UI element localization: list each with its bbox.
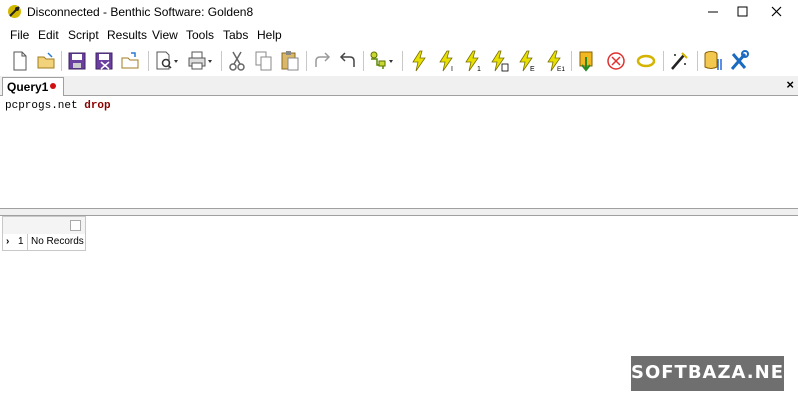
svg-text:E1: E1 (557, 66, 565, 73)
grid-header (2, 216, 86, 235)
query-tab-strip: Query1 × (0, 76, 798, 96)
menu-tabs[interactable]: Tabs (223, 28, 248, 42)
connection-settings-button[interactable] (702, 49, 724, 73)
close-icon (771, 6, 782, 17)
paste-icon (281, 51, 299, 71)
find-button[interactable] (154, 49, 180, 73)
select-all-checkbox[interactable] (70, 220, 81, 231)
commit-icon (579, 51, 593, 72)
redo-icon (315, 52, 331, 67)
minimize-icon (708, 11, 718, 13)
rollback-icon (636, 54, 656, 68)
print-icon (188, 51, 212, 70)
execute-icon (412, 50, 426, 72)
execute-one-button[interactable]: 1 (462, 49, 484, 73)
explain-plan-icon (370, 51, 393, 69)
row-pointer-icon: › (6, 236, 10, 247)
save-as-icon (95, 52, 113, 70)
execute-current-icon: I (439, 50, 453, 73)
execute-explain-icon: E (519, 50, 535, 73)
execute-current-button[interactable]: I (436, 49, 458, 73)
cut-button[interactable] (226, 49, 248, 73)
menu-tools[interactable]: Tools (186, 28, 214, 42)
minimize-button[interactable] (696, 0, 730, 24)
maximize-icon (737, 6, 748, 17)
find-icon (156, 51, 178, 70)
open-button[interactable] (35, 49, 57, 73)
undo-button[interactable] (337, 49, 359, 73)
open-recent-button[interactable] (119, 49, 141, 73)
watermark: SOFTBAZA.NET (631, 356, 798, 391)
execute-one-icon: 1 (465, 50, 481, 73)
save-as-button[interactable] (93, 49, 115, 73)
open-folder-icon (37, 52, 55, 69)
cut-icon (229, 51, 245, 71)
modified-indicator-icon (50, 83, 56, 89)
window-title: Disconnected - Benthic Software: Golden8 (27, 5, 254, 19)
row-number: 1 (18, 236, 24, 247)
row-cell: No Records (31, 236, 84, 247)
menu-view[interactable]: View (152, 28, 178, 42)
table-row[interactable]: › 1 No Records (2, 234, 86, 251)
svg-text:1: 1 (477, 66, 481, 73)
sql-editor[interactable]: pcprogs.net drop (0, 96, 798, 208)
close-button[interactable] (760, 0, 794, 24)
execute-e1-icon: E1 (547, 50, 565, 73)
rollback-button[interactable] (635, 49, 657, 73)
cancel-icon (607, 52, 625, 70)
editor-line: pcprogs.net drop (5, 100, 111, 112)
execute-script-icon (491, 50, 509, 72)
copy-icon (255, 51, 272, 71)
watermark-text: SOFTBAZA.NET (631, 362, 798, 383)
svg-text:I: I (451, 66, 453, 73)
tools-icon (730, 50, 749, 70)
format-icon (671, 52, 688, 70)
format-button[interactable] (668, 49, 690, 73)
execute-e1-button[interactable]: E1 (544, 49, 566, 73)
print-button[interactable] (186, 49, 214, 73)
paste-button[interactable] (279, 49, 301, 73)
toolbar: I 1 E E1 (0, 46, 798, 76)
tools-button[interactable] (728, 49, 750, 73)
title-bar: Disconnected - Benthic Software: Golden8 (0, 0, 798, 24)
app-logo-icon (8, 5, 21, 18)
tab-query1[interactable]: Query1 (2, 77, 64, 96)
execute-button[interactable] (408, 49, 430, 73)
undo-icon (339, 52, 355, 67)
menu-file[interactable]: File (10, 28, 29, 42)
save-button[interactable] (66, 49, 88, 73)
menu-edit[interactable]: Edit (38, 28, 59, 42)
explain-plan-button[interactable] (368, 49, 396, 73)
editor-keyword: drop (84, 100, 111, 112)
open-recent-icon (121, 52, 139, 69)
close-tab-button[interactable]: × (786, 77, 794, 93)
redo-button[interactable] (311, 49, 333, 73)
save-icon (68, 52, 86, 70)
menu-script[interactable]: Script (68, 28, 99, 42)
editor-text: pcprogs.net (5, 100, 85, 112)
svg-text:E: E (530, 66, 535, 73)
connection-settings-icon (704, 51, 722, 70)
new-file-button[interactable] (9, 49, 31, 73)
execute-explain-button[interactable]: E (516, 49, 538, 73)
menu-results[interactable]: Results (107, 28, 147, 42)
pane-splitter[interactable] (0, 208, 798, 216)
cancel-button[interactable] (605, 49, 627, 73)
tab-label: Query1 (7, 80, 49, 94)
new-file-icon (13, 51, 27, 71)
commit-button[interactable] (576, 49, 598, 73)
execute-script-button[interactable] (488, 49, 510, 73)
menu-bar: File Edit Script Results View Tools Tabs… (0, 25, 798, 45)
copy-button[interactable] (253, 49, 275, 73)
maximize-button[interactable] (726, 0, 760, 24)
menu-help[interactable]: Help (257, 28, 282, 42)
